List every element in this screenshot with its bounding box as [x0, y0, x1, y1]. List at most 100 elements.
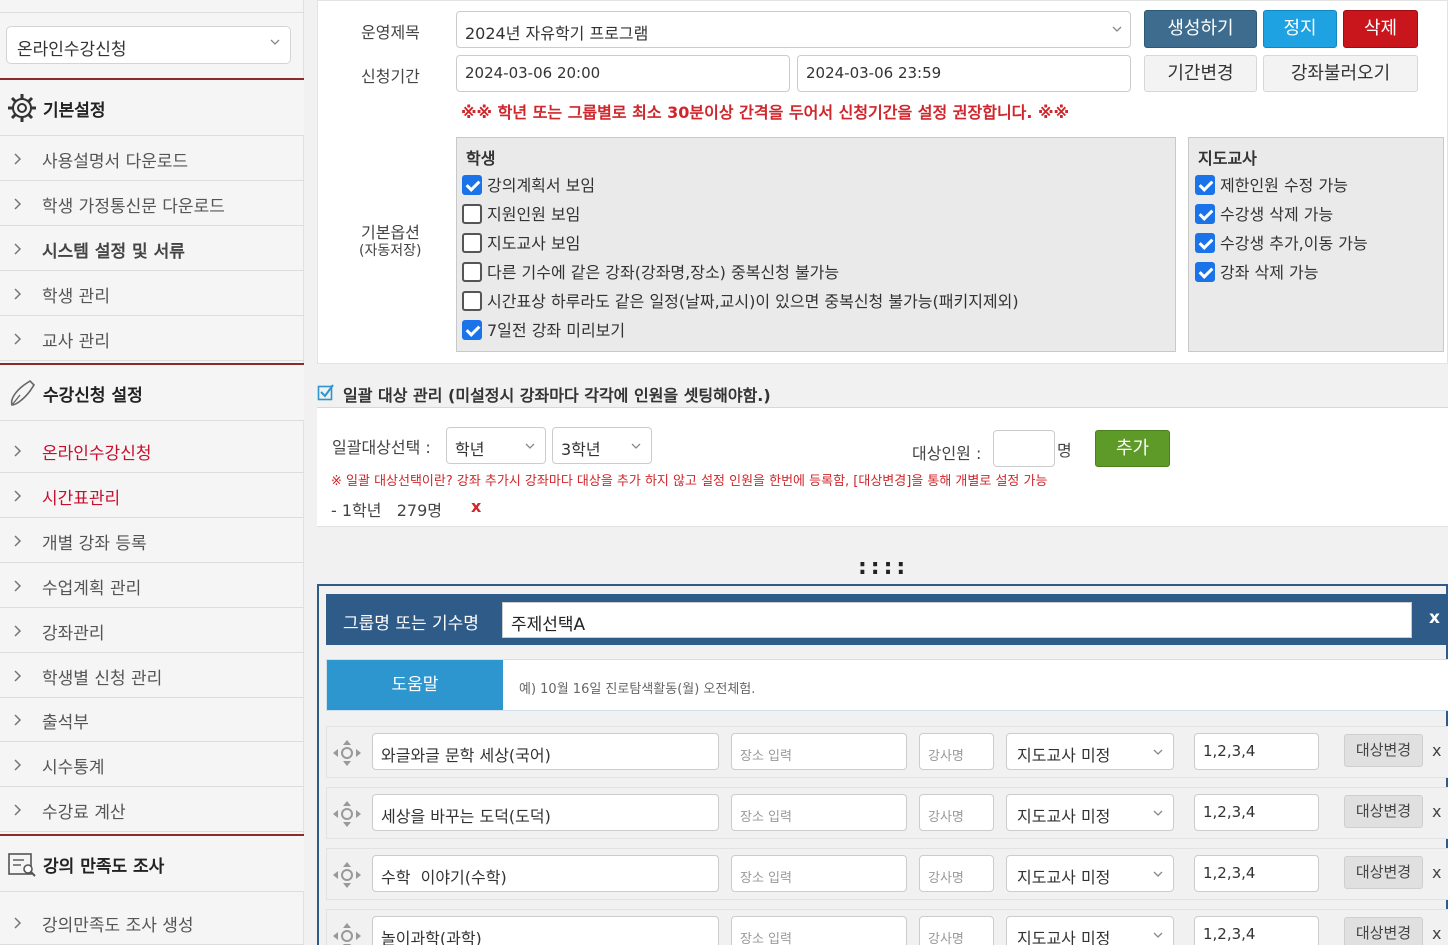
sidebar-item-system-settings[interactable]: 시스템 설정 및 서류 — [0, 226, 304, 271]
teacher-option-limit[interactable]: 제한인원 수정 가능 — [1195, 172, 1348, 196]
student-option-applicants[interactable]: 지원인원 보임 — [462, 201, 580, 225]
chevron-down-icon — [1153, 932, 1163, 938]
checkbox-unchecked[interactable] — [462, 204, 482, 224]
group-close-button[interactable]: x — [1429, 608, 1440, 628]
teacher-option-delete-course[interactable]: 강좌 삭제 가능 — [1195, 259, 1319, 283]
period-start-input[interactable]: 2024-03-06 20:00 — [456, 55, 790, 92]
move-icon[interactable] — [332, 739, 362, 767]
sidebar-section-survey: 강의 만족도 조사 — [0, 834, 304, 892]
student-option-duplicate-course[interactable]: 다른 기수에 같은 강좌(강좌명,장소) 중복신청 불가능 — [462, 259, 839, 283]
checkbox-checked[interactable] — [462, 175, 482, 195]
remove-course-button[interactable]: x — [1432, 802, 1441, 821]
chevron-right-icon — [14, 198, 22, 210]
change-target-button[interactable]: 대상변경 — [1344, 795, 1423, 828]
survey-icon — [8, 853, 36, 877]
bulk-add-button[interactable]: 추가 — [1095, 430, 1170, 467]
move-icon[interactable] — [332, 800, 362, 828]
advisor-select[interactable]: 지도교사 미정 — [1006, 733, 1174, 770]
bulk-count-input[interactable] — [993, 430, 1055, 467]
period-end-input[interactable]: 2024-03-06 23:59 — [797, 55, 1131, 92]
advisor-select[interactable]: 지도교사 미정 — [1006, 855, 1174, 892]
course-name-input[interactable]: 놀이과학(과학) — [372, 916, 719, 945]
create-button[interactable]: 생성하기 — [1144, 10, 1257, 48]
sidebar-item-newsletter-download[interactable]: 학생 가정통신문 다운로드 — [0, 181, 304, 226]
course-name-input[interactable]: 수학 이야기(수학) — [372, 855, 719, 892]
advisor-select[interactable]: 지도교사 미정 — [1006, 916, 1174, 945]
sidebar-item-lesson-plan[interactable]: 수업계획 관리 — [0, 563, 304, 608]
sidebar-item-attendance[interactable]: 출석부 — [0, 697, 304, 742]
place-input[interactable]: 장소 입력 — [731, 733, 907, 770]
group-name-input[interactable]: 주제선택A — [502, 602, 1412, 638]
sidebar-item-label: 학생별 신청 관리 — [42, 669, 163, 689]
teacher-option-add-move[interactable]: 수강생 추가,이동 가능 — [1195, 230, 1368, 254]
periods-input[interactable]: 1,2,3,4 — [1194, 855, 1319, 892]
option-label: 강의계획서 보임 — [487, 176, 596, 195]
sidebar-item-manual-download[interactable]: 사용설명서 다운로드 — [0, 136, 304, 181]
checkbox-unchecked[interactable] — [462, 262, 482, 282]
teacher-name-input[interactable]: 강사명 — [919, 733, 994, 770]
change-target-button[interactable]: 대상변경 — [1344, 856, 1423, 889]
student-option-duplicate-schedule[interactable]: 시간표상 하루라도 같은 일정(날짜,교시)이 있으면 중복신청 불가능(패키지… — [462, 288, 1019, 312]
checkbox-checked[interactable] — [1195, 262, 1215, 282]
checkbox-checked[interactable] — [1195, 233, 1215, 253]
place-input[interactable]: 장소 입력 — [731, 794, 907, 831]
checkbox-checked[interactable] — [462, 320, 482, 340]
stop-button[interactable]: 정지 — [1263, 10, 1337, 48]
sidebar-item-course-management[interactable]: 강좌관리 — [0, 608, 304, 653]
change-target-button[interactable]: 대상변경 — [1344, 917, 1423, 945]
periods-input[interactable]: 1,2,3,4 — [1194, 794, 1319, 831]
student-option-advisor[interactable]: 지도교사 보임 — [462, 230, 580, 254]
bulk-panel — [317, 408, 1448, 527]
sidebar-item-label: 학생 가정통신문 다운로드 — [42, 197, 225, 217]
program-select[interactable]: 2024년 자유학기 프로그램 — [456, 11, 1131, 48]
help-row: 도움말 예) 10월 16일 진로탐색활동(월) 오전체험. — [326, 659, 1448, 711]
student-option-preview[interactable]: 7일전 강좌 미리보기 — [462, 317, 625, 341]
periods-input[interactable]: 1,2,3,4 — [1194, 916, 1319, 945]
teacher-name-input[interactable]: 강사명 — [919, 916, 994, 945]
options-sublabel: (자동저장) — [359, 243, 422, 259]
course-name-input[interactable]: 와글와글 문학 세상(국어) — [372, 733, 719, 770]
checkbox-checked[interactable] — [1195, 204, 1215, 224]
bulk-entry-remove[interactable]: x — [471, 497, 481, 516]
delete-button[interactable]: 삭제 — [1343, 10, 1418, 48]
place-input[interactable]: 장소 입력 — [731, 855, 907, 892]
bulk-title: 일괄 대상 관리 (미설정시 강좌마다 각각에 인원을 셋팅해야함.) — [343, 386, 771, 405]
sidebar-item-teacher-management[interactable]: 교사 관리 — [0, 316, 304, 361]
move-icon[interactable] — [332, 922, 362, 945]
course-name-input[interactable]: 세상을 바꾸는 도덕(도덕) — [372, 794, 719, 831]
sidebar-item-tuition-calc[interactable]: 수강료 계산 — [0, 787, 304, 832]
checkbox-unchecked[interactable] — [462, 233, 482, 253]
remove-course-button[interactable]: x — [1432, 741, 1441, 760]
sidebar-item-course-register[interactable]: 개별 강좌 등록 — [0, 518, 304, 563]
teacher-option-delete-student[interactable]: 수강생 삭제 가능 — [1195, 201, 1333, 225]
menu-select[interactable]: 온라인수강신청 — [6, 26, 291, 64]
advisor-select[interactable]: 지도교사 미정 — [1006, 794, 1174, 831]
bulk-type-select[interactable]: 학년 — [446, 427, 546, 464]
sidebar: 온라인수강신청 기본설정 사용설명서 다운로드 학생 가정통신문 다운로드 시스… — [0, 0, 304, 945]
help-button[interactable]: 도움말 — [327, 660, 503, 710]
sidebar-item-hours-stats[interactable]: 시수통계 — [0, 742, 304, 787]
remove-course-button[interactable]: x — [1432, 924, 1441, 943]
sidebar-item-student-management[interactable]: 학생 관리 — [0, 271, 304, 316]
checkbox-checked[interactable] — [1195, 175, 1215, 195]
student-option-syllabus[interactable]: 강의계획서 보임 — [462, 172, 595, 196]
sidebar-item-timetable[interactable]: 시간표관리 — [0, 473, 304, 518]
drag-handle[interactable]: :::: — [858, 555, 909, 580]
teacher-name-input[interactable]: 강사명 — [919, 794, 994, 831]
sidebar-item-online-enrollment[interactable]: 온라인수강신청 — [0, 428, 304, 473]
bulk-grade-select[interactable]: 3학년 — [552, 427, 652, 464]
load-course-button[interactable]: 강좌불러오기 — [1263, 55, 1418, 92]
sidebar-item-student-applications[interactable]: 학생별 신청 관리 — [0, 653, 304, 698]
periods-input[interactable]: 1,2,3,4 — [1194, 733, 1319, 770]
checkbox-unchecked[interactable] — [462, 291, 482, 311]
sidebar-item-label: 시스템 설정 및 서류 — [42, 242, 185, 262]
menu-select-value: 온라인수강신청 — [17, 40, 127, 60]
change-target-button[interactable]: 대상변경 — [1344, 734, 1423, 767]
change-period-button[interactable]: 기간변경 — [1144, 55, 1257, 92]
place-input[interactable]: 장소 입력 — [731, 916, 907, 945]
teacher-name-input[interactable]: 강사명 — [919, 855, 994, 892]
chevron-down-icon — [525, 443, 535, 449]
remove-course-button[interactable]: x — [1432, 863, 1441, 882]
move-icon[interactable] — [332, 861, 362, 889]
sidebar-item-survey-create[interactable]: 강의만족도 조사 생성 — [0, 900, 304, 945]
